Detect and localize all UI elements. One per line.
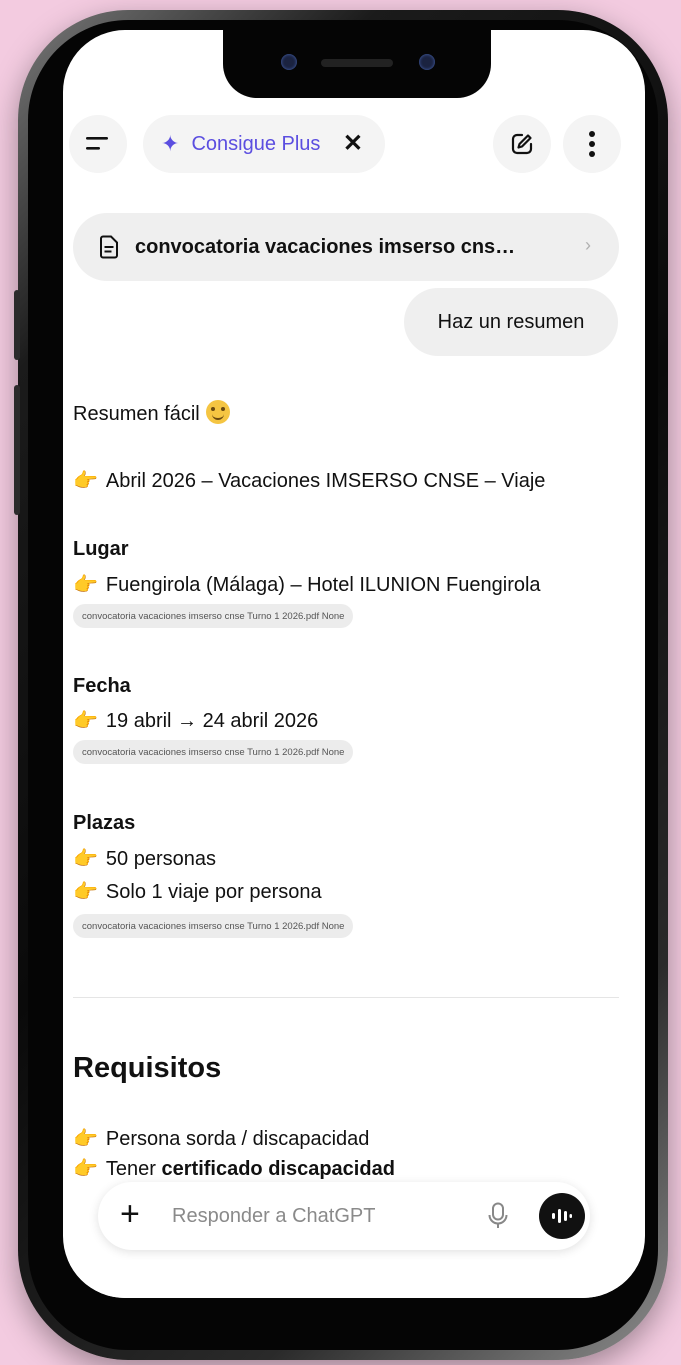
pointing-hand-icon: 👉	[73, 848, 98, 870]
fecha-heading: Fecha	[73, 675, 131, 697]
composer-input[interactable]: Responder a ChatGPT	[172, 1205, 375, 1228]
more-options-button[interactable]	[563, 115, 621, 173]
citation-chip[interactable]: convocatoria vacaciones imserso cnse Tur…	[73, 740, 354, 764]
citation-chip[interactable]: convocatoria vacaciones imserso cnse Tur…	[73, 914, 354, 938]
voice-mode-button[interactable]	[539, 1193, 585, 1239]
bottom-fade	[63, 1260, 645, 1298]
requirement-item: 👉 Tener certificado discapacidad	[73, 1158, 395, 1180]
get-plus-button[interactable]: ✦ Consigue Plus ✕	[143, 115, 385, 173]
response-intro: Resumen fácil	[73, 400, 230, 426]
plazas-value: 👉 Solo 1 viaje por persona	[73, 881, 322, 903]
menu-button[interactable]	[69, 115, 127, 173]
pointing-hand-icon: 👉	[73, 881, 98, 903]
new-chat-button[interactable]	[493, 115, 551, 173]
lugar-value: 👉 Fuengirola (Málaga) – Hotel ILUNION Fue…	[73, 574, 541, 596]
plazas-heading: Plazas	[73, 812, 136, 834]
app-screen: ✦ Consigue Plus ✕ convocatoria vacacione…	[63, 30, 645, 1298]
smile-emoji-icon	[205, 400, 230, 424]
citation-chip[interactable]: convocatoria vacaciones imserso cnse Tur…	[73, 604, 354, 628]
plazas-value: 👉 50 personas	[73, 848, 216, 870]
edit-icon	[511, 133, 533, 155]
menu-icon	[86, 137, 108, 150]
camera-icon	[281, 54, 297, 70]
pointing-hand-icon: 👉	[73, 470, 98, 492]
requirement-item: 👉 Persona sorda / discapacidad	[73, 1128, 370, 1150]
pointing-hand-icon: 👉	[73, 1128, 98, 1150]
pointing-hand-icon: 👉	[73, 1158, 98, 1180]
message-composer: + Responder a ChatGPT	[98, 1182, 590, 1250]
chevron-right-icon: ›	[585, 235, 591, 255]
requisitos-heading: Requisitos	[73, 1052, 222, 1084]
fecha-value: 👉 19 abril → 24 abril 2026	[73, 710, 319, 732]
attachment-pill[interactable]: convocatoria vacaciones imserso cns… ›	[73, 213, 619, 281]
get-plus-label: Consigue Plus	[191, 132, 321, 155]
sparkle-icon: ✦	[161, 131, 180, 156]
close-icon[interactable]: ✕	[343, 129, 363, 158]
sensor-icon	[419, 54, 435, 70]
document-icon	[100, 235, 118, 259]
user-message-bubble: Haz un resumen	[404, 288, 618, 356]
lugar-heading: Lugar	[73, 538, 129, 560]
more-vertical-icon	[589, 131, 595, 157]
pointing-hand-icon: 👉	[73, 574, 98, 596]
add-attachment-icon[interactable]: +	[120, 1194, 140, 1234]
speaker-grille	[321, 59, 393, 67]
section-divider	[73, 997, 619, 998]
notch	[223, 30, 491, 98]
phone-side-button	[14, 385, 20, 515]
waveform-icon	[552, 1209, 572, 1223]
attachment-name: convocatoria vacaciones imserso cns…	[135, 235, 516, 258]
phone-side-button	[14, 290, 20, 360]
microphone-icon[interactable]	[488, 1202, 508, 1230]
response-line: 👉 Abril 2026 – Vacaciones IMSERSO CNSE – …	[73, 470, 546, 492]
pointing-hand-icon: 👉	[73, 710, 98, 732]
